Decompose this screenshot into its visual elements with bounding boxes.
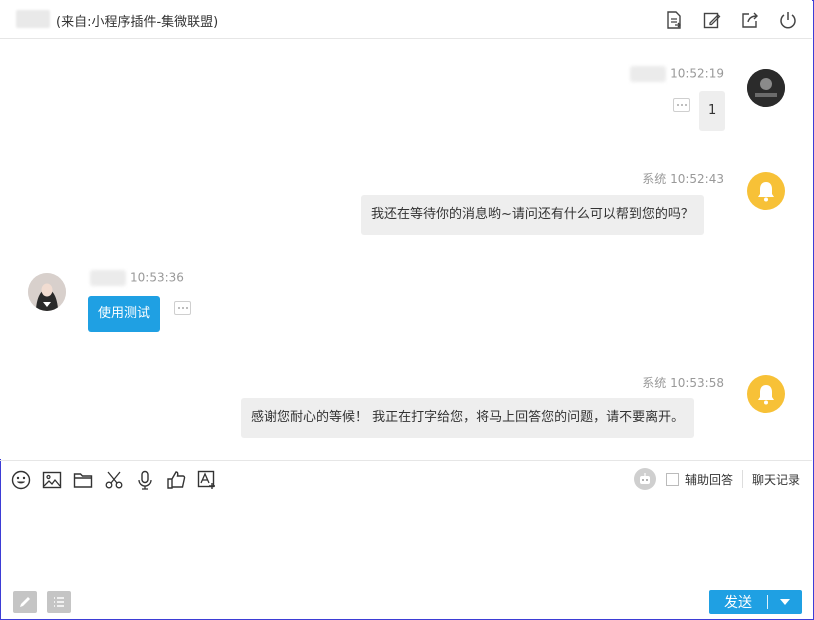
assist-checkbox[interactable] xyxy=(665,472,679,486)
text-icon[interactable] xyxy=(196,469,218,491)
sender-name: 系统 xyxy=(642,376,667,390)
message-more-button[interactable] xyxy=(174,301,191,315)
chat-header: (来自:小程序插件-集微联盟) xyxy=(0,0,812,39)
message-input[interactable] xyxy=(0,499,812,584)
power-icon[interactable] xyxy=(776,8,800,32)
bottom-left-actions xyxy=(13,591,71,613)
customer-avatar[interactable] xyxy=(28,273,66,311)
bell-avatar xyxy=(747,172,785,210)
send-options-dropdown[interactable] xyxy=(768,598,802,606)
assist-label[interactable]: 辅助回答 xyxy=(685,471,733,488)
message-time: 10:53:58 xyxy=(670,376,724,390)
message-bubble: 我还在等待你的消息哟~请问还有什么可以帮到您的吗？ xyxy=(361,195,704,235)
message-time: 10:52:19 xyxy=(670,66,724,81)
message-meta: 系统 10:53:58 xyxy=(642,374,724,391)
assist-controls: 辅助回答 聊天记录 xyxy=(633,468,800,490)
send-button[interactable]: 发送 xyxy=(709,592,767,612)
sender-name-redacted xyxy=(630,66,667,82)
bell-icon xyxy=(758,182,774,202)
message-more-button[interactable] xyxy=(673,98,690,112)
transfer-icon[interactable] xyxy=(662,8,686,32)
tool-icons xyxy=(10,469,218,491)
chat-title: (来自:小程序插件-集微联盟) xyxy=(56,15,219,30)
pen-icon[interactable] xyxy=(13,591,37,613)
thumbs-up-icon[interactable] xyxy=(165,469,187,491)
emoji-icon[interactable] xyxy=(10,469,32,491)
message-list[interactable]: 10:52:19 1 系统 10:52:43 我还在等待你的消息哟~请问还有什么… xyxy=(0,39,812,459)
bell-icon xyxy=(758,385,774,405)
header-actions xyxy=(662,8,800,32)
message-time: 10:53:36 xyxy=(130,270,184,285)
microphone-icon[interactable] xyxy=(134,469,156,491)
edit-note-icon[interactable] xyxy=(700,8,724,32)
message-bubble: 感谢您耐心的等候！ 我正在打字给您，将马上回答您的问题，请不要离开。 xyxy=(241,398,695,438)
sender-name-redacted xyxy=(90,270,126,286)
caret-down-icon xyxy=(780,599,790,605)
list-icon[interactable] xyxy=(47,591,71,613)
message-time: 10:52:43 xyxy=(670,172,724,186)
sender-name: 系统 xyxy=(642,172,667,186)
scissors-icon[interactable] xyxy=(103,469,125,491)
input-toolbar: 辅助回答 聊天记录 xyxy=(0,460,812,499)
folder-icon[interactable] xyxy=(72,469,94,491)
user-avatar[interactable] xyxy=(747,69,785,107)
image-icon[interactable] xyxy=(41,469,63,491)
visitor-name-redacted xyxy=(16,10,50,28)
message-meta: 10:52:19 xyxy=(630,66,724,82)
message-meta: 系统 10:52:43 xyxy=(642,170,724,187)
send-divider xyxy=(767,595,768,609)
share-out-icon[interactable] xyxy=(738,8,762,32)
message-bubble: 1 xyxy=(699,91,726,131)
chat-history-link[interactable]: 聊天记录 xyxy=(752,471,800,488)
bell-avatar xyxy=(747,375,785,413)
message-bubble: 使用测试 xyxy=(88,296,161,332)
divider xyxy=(741,470,743,488)
robot-icon[interactable] xyxy=(633,468,656,490)
message-meta: 10:53:36 xyxy=(90,270,184,286)
send-button-group: 发送 xyxy=(709,590,802,614)
